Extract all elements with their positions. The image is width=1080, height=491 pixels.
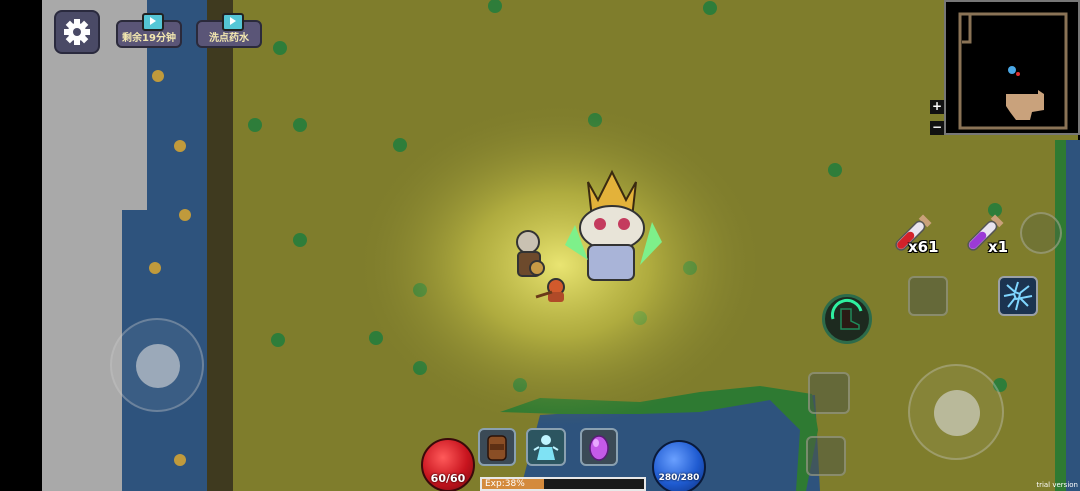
boot-icon bbox=[830, 298, 863, 330]
exp-bar: Exp:38% bbox=[480, 477, 646, 491]
time-remaining-label: 剩余19分钟 bbox=[122, 33, 176, 44]
red-potion-button[interactable]: x61 bbox=[886, 210, 939, 260]
move-joystick-knob[interactable] bbox=[136, 344, 180, 388]
minimap-zoom-out-button[interactable]: − bbox=[930, 121, 944, 135]
dash-skill-button[interactable] bbox=[822, 294, 872, 344]
reset-points-potion-button[interactable]: 洗点药水 bbox=[196, 13, 262, 48]
attack-joystick[interactable] bbox=[908, 364, 1004, 460]
game-screen: 剩余19分钟 洗点药水 + − x61 x1 60/60 Exp:38% 280… bbox=[0, 0, 1080, 491]
backpack-button[interactable] bbox=[478, 428, 516, 466]
reset-points-potion-label: 洗点药水 bbox=[209, 33, 249, 44]
character-icon bbox=[533, 435, 559, 460]
empty-item-slot[interactable] bbox=[1020, 212, 1062, 254]
skill-slot-empty-3[interactable] bbox=[806, 436, 846, 476]
hp-orb: 60/60 bbox=[421, 438, 475, 491]
mp-orb: 280/280 bbox=[652, 440, 706, 491]
move-joystick[interactable] bbox=[110, 318, 204, 412]
exp-text: Exp:38% bbox=[485, 479, 525, 489]
red-potion-count: x61 bbox=[908, 238, 939, 256]
trial-version-watermark: trial version bbox=[1036, 481, 1078, 489]
attack-joystick-knob[interactable] bbox=[934, 390, 980, 436]
lightning-skill-button[interactable] bbox=[998, 276, 1038, 316]
purple-potion-button[interactable]: x1 bbox=[958, 210, 1008, 260]
purple-potion-count: x1 bbox=[988, 238, 1009, 256]
lightning-skill-icon bbox=[1003, 281, 1033, 311]
backpack-icon bbox=[487, 435, 507, 461]
skill-slot-empty-2[interactable] bbox=[808, 372, 850, 414]
pet-egg-button[interactable] bbox=[580, 428, 618, 466]
time-remaining-button[interactable]: 剩余19分钟 bbox=[116, 13, 182, 48]
minimap[interactable] bbox=[944, 0, 1080, 135]
mp-text: 280/280 bbox=[658, 473, 700, 483]
hp-text: 60/60 bbox=[430, 472, 466, 485]
minimap-drawing bbox=[958, 12, 1068, 130]
skill-slot-empty-1[interactable] bbox=[908, 276, 948, 316]
gear-icon bbox=[64, 19, 90, 45]
pet-egg-icon bbox=[589, 435, 609, 461]
character-button[interactable] bbox=[526, 428, 566, 466]
minimap-zoom-in-button[interactable]: + bbox=[930, 100, 944, 114]
settings-button[interactable] bbox=[54, 10, 100, 54]
